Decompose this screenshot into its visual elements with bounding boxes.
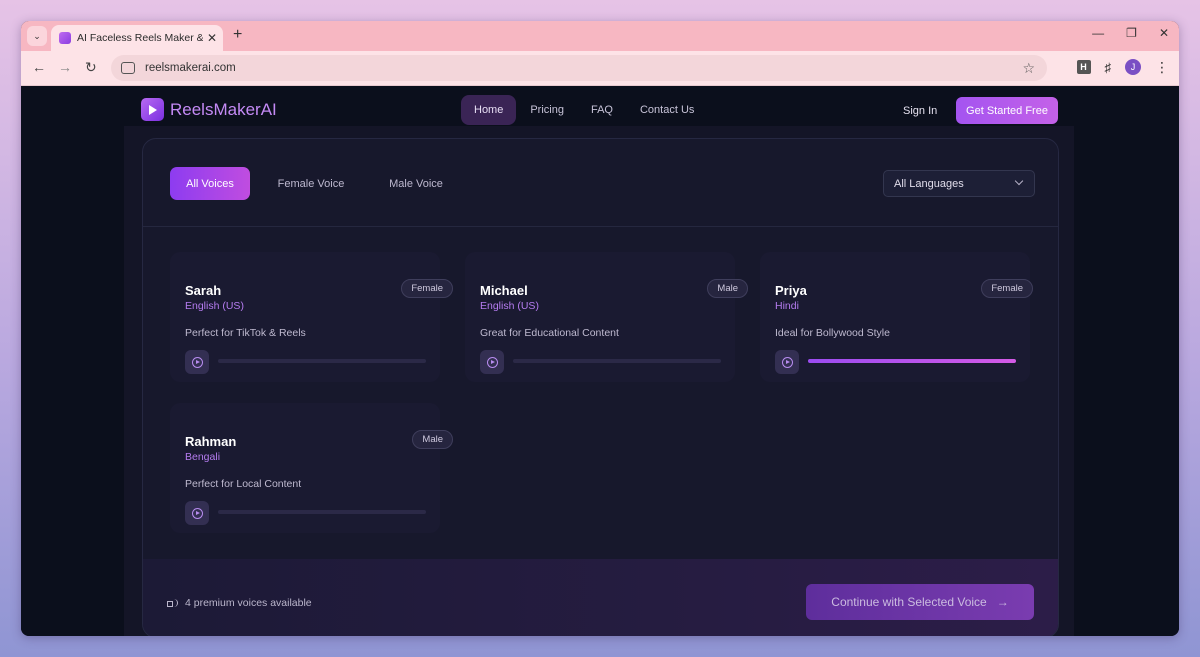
close-icon[interactable]: ✕ xyxy=(207,31,217,45)
play-preview-button[interactable] xyxy=(775,350,799,374)
language-select[interactable]: All Languages xyxy=(883,170,1035,197)
nav-link-pricing[interactable]: Pricing xyxy=(517,95,577,125)
voice-name: Michael xyxy=(480,283,528,298)
gender-badge: Male xyxy=(707,279,748,298)
voice-name: Sarah xyxy=(185,283,222,298)
voice-filter-bar: All Voices Female Voice Male Voice All L… xyxy=(143,139,1058,227)
voice-name: Rahman xyxy=(185,434,237,449)
site-header: ReelsMakerAI Home Pricing FAQ Contact Us… xyxy=(21,86,1179,134)
voice-language: Hindi xyxy=(775,300,799,312)
voice-card-rahman[interactable]: Rahman Bengali Male Perfect for Local Co… xyxy=(170,403,453,533)
gender-badge: Male xyxy=(412,430,453,449)
play-preview-button[interactable] xyxy=(185,501,209,525)
chevron-down-icon xyxy=(1014,176,1024,186)
arrow-right-icon: → xyxy=(996,595,1009,609)
preview-progress xyxy=(218,510,426,514)
preview-progress xyxy=(808,359,1016,363)
voice-card-priya[interactable]: Priya Hindi Female Ideal for Bollywood S… xyxy=(760,252,1033,382)
sign-in-link[interactable]: Sign In xyxy=(903,105,937,117)
play-preview-button[interactable] xyxy=(480,350,504,374)
play-icon xyxy=(191,507,203,519)
voice-name: Priya xyxy=(775,283,807,298)
back-icon[interactable]: ← xyxy=(32,59,46,75)
language-select-value: All Languages xyxy=(894,177,964,190)
voices-count: 4 premium voices available xyxy=(167,597,312,609)
new-tab-button[interactable]: + xyxy=(233,26,242,44)
voice-language: English (US) xyxy=(185,300,244,312)
preview-progress xyxy=(513,359,721,363)
minimize-icon[interactable]: — xyxy=(1092,26,1104,40)
voice-language: Bengali xyxy=(185,451,221,463)
gender-badge: Female xyxy=(981,279,1033,298)
get-started-button[interactable]: Get Started Free xyxy=(956,97,1058,124)
browser-window: ⌄ AI Faceless Reels Maker & Auto ✕ + — ❐… xyxy=(21,21,1179,636)
panel-footer: 4 premium voices available Continue with… xyxy=(143,559,1058,636)
voice-card-sarah[interactable]: Sarah English (US) Female Perfect for Ti… xyxy=(170,252,453,382)
browser-toolbar: ← → ↻ reelsmakerai.com ☆ H ♯ J ⋮ xyxy=(21,51,1179,86)
voice-language: English (US) xyxy=(480,300,539,312)
restore-icon[interactable]: ❐ xyxy=(1126,26,1137,40)
tab-title: AI Faceless Reels Maker & Auto xyxy=(77,32,203,44)
favicon-icon xyxy=(59,32,71,44)
extension-h-icon[interactable]: H xyxy=(1076,60,1091,74)
voice-selector-panel: All Voices Female Voice Male Voice All L… xyxy=(142,138,1059,636)
reload-icon[interactable]: ↻ xyxy=(85,59,97,76)
forward-icon[interactable]: → xyxy=(58,59,72,75)
nav-link-contact[interactable]: Contact Us xyxy=(627,95,707,125)
voice-description: Ideal for Bollywood Style xyxy=(775,327,890,339)
play-icon xyxy=(191,356,203,368)
tab-female-voice[interactable]: Female Voice xyxy=(265,167,357,200)
bookmark-star-icon[interactable]: ☆ xyxy=(1022,60,1035,77)
voice-description: Perfect for Local Content xyxy=(185,478,302,490)
browser-tab[interactable]: AI Faceless Reels Maker & Auto ✕ xyxy=(51,25,223,51)
preview-progress-fill xyxy=(808,359,1016,363)
continue-label: Continue with Selected Voice xyxy=(831,595,987,609)
tab-strip: ⌄ AI Faceless Reels Maker & Auto ✕ + — ❐… xyxy=(21,21,1179,51)
profile-avatar[interactable]: J xyxy=(1125,59,1141,75)
chevron-down-icon: ⌄ xyxy=(33,30,41,41)
page-viewport: ReelsMakerAI Home Pricing FAQ Contact Us… xyxy=(21,86,1179,636)
toolbar-actions: H ♯ J ⋮ xyxy=(1076,59,1169,75)
address-bar[interactable]: reelsmakerai.com ☆ xyxy=(111,55,1047,81)
tab-search-button[interactable]: ⌄ xyxy=(27,26,47,46)
continue-button[interactable]: Continue with Selected Voice → xyxy=(806,584,1034,620)
close-window-icon[interactable]: ✕ xyxy=(1159,26,1169,40)
preview-progress xyxy=(218,359,426,363)
speaker-icon xyxy=(167,598,178,608)
play-preview-button[interactable] xyxy=(185,350,209,374)
site-info-icon[interactable] xyxy=(121,62,135,74)
gender-badge: Female xyxy=(401,279,453,298)
play-icon xyxy=(486,356,498,368)
menu-kebab-icon[interactable]: ⋮ xyxy=(1155,60,1169,74)
logo-text: ReelsMakerAI xyxy=(170,99,277,119)
site-logo[interactable]: ReelsMakerAI xyxy=(141,98,277,121)
voice-description: Great for Educational Content xyxy=(480,327,619,339)
tab-all-voices[interactable]: All Voices xyxy=(170,167,250,200)
nav-link-home[interactable]: Home xyxy=(461,95,517,125)
play-icon xyxy=(781,356,793,368)
nav-link-faq[interactable]: FAQ xyxy=(578,95,626,125)
voice-card-michael[interactable]: Michael English (US) Male Great for Educ… xyxy=(465,252,748,382)
logo-play-icon xyxy=(141,98,164,121)
voice-description: Perfect for TikTok & Reels xyxy=(185,327,306,339)
voices-count-text: 4 premium voices available xyxy=(185,597,312,609)
window-controls: — ❐ ✕ xyxy=(1092,26,1169,40)
main-nav: Home Pricing FAQ Contact Us xyxy=(461,95,708,125)
url-text: reelsmakerai.com xyxy=(145,62,236,74)
extensions-icon[interactable]: ♯ xyxy=(1105,60,1112,75)
tab-male-voice[interactable]: Male Voice xyxy=(374,167,458,200)
